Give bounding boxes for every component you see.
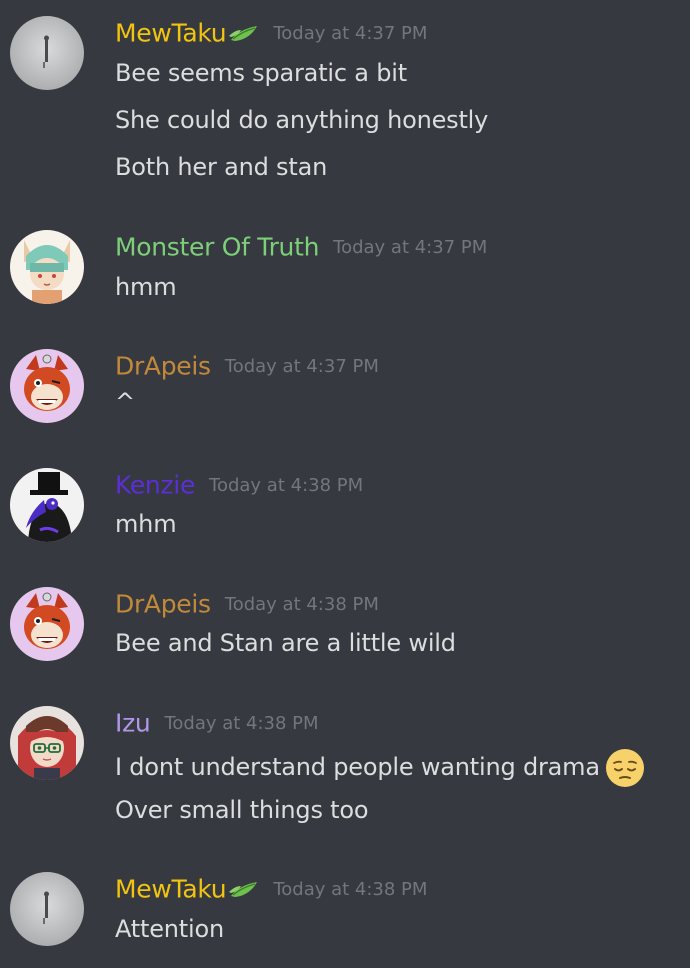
message-group: Kenzie Today at 4:38 PM mhm xyxy=(0,468,690,548)
timestamp: Today at 4:37 PM xyxy=(333,236,488,258)
username[interactable]: DrApeis xyxy=(115,352,211,381)
username[interactable]: Kenzie xyxy=(115,471,195,500)
message-line: I dont understand people wanting drama xyxy=(115,746,646,788)
message-text: I dont understand people wanting drama xyxy=(115,753,600,781)
avatar-image xyxy=(10,16,84,90)
message-group: Monster Of Truth Today at 4:37 PM hmm xyxy=(0,230,690,310)
message-header: Monster Of Truth Today at 4:37 PM xyxy=(115,230,487,264)
username[interactable]: Monster Of Truth xyxy=(115,233,319,262)
message-group: MewTaku Today at 4:37 PM Bee seems sparat… xyxy=(0,16,690,186)
pensive-face-emoji xyxy=(604,747,646,789)
username[interactable]: Izu xyxy=(115,709,151,738)
message-header: Izu Today at 4:38 PM xyxy=(115,706,319,740)
message-text: Over small things too xyxy=(115,796,369,824)
message-group: MewTaku Today at 4:38 PM Attention xyxy=(0,872,690,952)
message-text: hmm xyxy=(115,273,177,301)
message-header: MewTaku Today at 4:38 PM xyxy=(115,872,427,906)
timestamp: Today at 4:37 PM xyxy=(273,22,428,44)
avatar-image xyxy=(10,706,84,780)
message-text: She could do anything honestly xyxy=(115,106,489,134)
avatar-kenzie[interactable] xyxy=(10,468,84,542)
avatar-image xyxy=(10,230,84,304)
username[interactable]: MewTaku xyxy=(115,19,227,48)
leaf-badge-icon xyxy=(227,22,259,46)
avatar-mewtaku[interactable] xyxy=(10,16,84,90)
avatar-image xyxy=(10,587,84,661)
message-header: DrApeis Today at 4:37 PM xyxy=(115,349,379,383)
avatar-mewtaku[interactable] xyxy=(10,872,84,946)
message-header: Kenzie Today at 4:38 PM xyxy=(115,468,363,502)
timestamp: Today at 4:38 PM xyxy=(164,712,319,734)
message-group: DrApeis Today at 4:37 PM ^ xyxy=(0,349,690,429)
username[interactable]: DrApeis xyxy=(115,590,211,619)
timestamp: Today at 4:37 PM xyxy=(224,355,379,377)
message-header: DrApeis Today at 4:38 PM xyxy=(115,587,379,621)
leaf-badge-icon xyxy=(227,878,259,902)
message-text: Attention xyxy=(115,915,224,943)
message-group: DrApeis Today at 4:38 PM Bee and Stan are… xyxy=(0,587,690,667)
message-header: MewTaku Today at 4:37 PM xyxy=(115,16,427,50)
message-text: Bee and Stan are a little wild xyxy=(115,629,456,657)
message-text: ^ xyxy=(115,388,135,416)
message-text: mhm xyxy=(115,510,177,538)
avatar-drapeis[interactable] xyxy=(10,349,84,423)
message-text: Bee seems sparatic a bit xyxy=(115,59,407,87)
username[interactable]: MewTaku xyxy=(115,875,227,904)
avatar-image xyxy=(10,468,84,542)
message-text: Both her and stan xyxy=(115,153,328,181)
timestamp: Today at 4:38 PM xyxy=(209,474,364,496)
avatar-izu[interactable] xyxy=(10,706,84,780)
avatar-drapeis[interactable] xyxy=(10,587,84,661)
timestamp: Today at 4:38 PM xyxy=(273,878,428,900)
avatar-image xyxy=(10,872,84,946)
avatar-monster-of-truth[interactable] xyxy=(10,230,84,304)
avatar-image xyxy=(10,349,84,423)
message-group: Izu Today at 4:38 PM I dont understand pe… xyxy=(0,706,690,836)
timestamp: Today at 4:38 PM xyxy=(224,593,379,615)
